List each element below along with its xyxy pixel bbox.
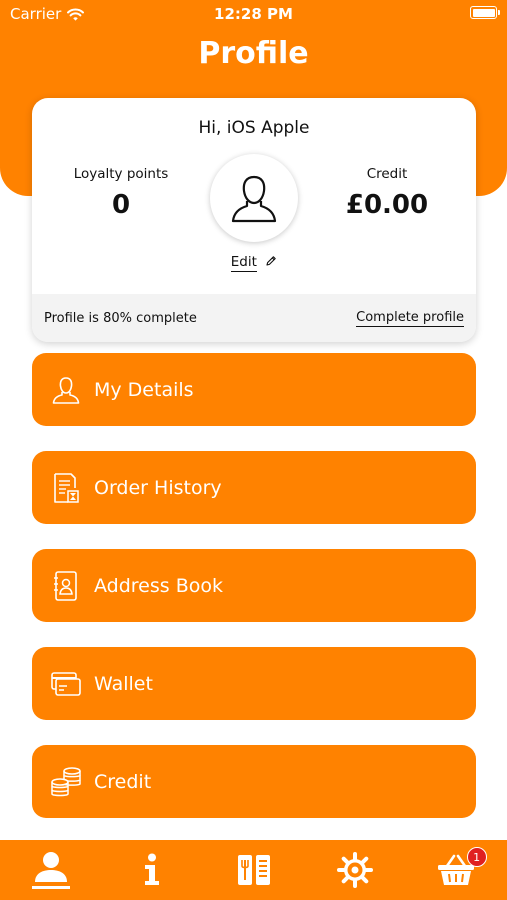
user-outline-icon [50,374,82,406]
greeting: Hi, iOS Apple [198,118,310,138]
tab-info[interactable] [101,840,202,900]
credit-value: £0.00 [345,190,429,220]
avatar-user-icon [231,175,277,223]
credit-card-icon [50,668,82,700]
tab-profile[interactable] [0,840,101,900]
gear-icon [336,852,373,888]
profile-card: Hi, iOS Apple Loyalty points 0 Credit £0… [32,98,476,342]
loyalty-points: Loyalty points 0 [46,166,196,220]
menu-item-credit[interactable]: Credit [32,745,476,818]
loyalty-points-label: Loyalty points [73,166,169,182]
menu-item-order-history[interactable]: Order History [32,451,476,524]
tab-basket[interactable]: 1 [406,840,507,900]
menu-item-label: Wallet [94,672,153,695]
status-time: 12:28 PM [214,5,293,23]
tab-menu[interactable] [203,840,304,900]
loyalty-points-value: 0 [111,190,131,220]
info-icon [145,853,160,885]
credit-label: Credit [366,166,408,182]
profile-menu: My Details Order History Address Book Wa… [32,353,476,843]
page-title: Profile [198,36,309,71]
credit: Credit £0.00 [312,166,462,220]
menu-item-wallet[interactable]: Wallet [32,647,476,720]
edit-profile-link[interactable]: Edit [32,254,476,272]
profile-completion-text: Profile is 80% complete [44,310,197,326]
edit-label: Edit [230,254,257,272]
tab-bar: 1 [0,840,507,900]
pencil-icon [266,256,276,266]
menu-item-label: Order History [94,476,222,499]
user-icon [31,852,70,889]
menu-item-label: Credit [94,770,152,793]
battery-icon [470,6,500,19]
basket-badge: 1 [466,847,487,867]
menu-item-my-details[interactable]: My Details [32,353,476,426]
address-book-icon [50,570,82,602]
receipt-clock-icon [50,472,82,504]
avatar[interactable] [210,154,298,242]
menu-item-label: My Details [94,378,194,401]
coins-stack-icon [50,766,82,798]
menu-item-label: Address Book [94,574,223,597]
menu-book-icon [237,855,270,885]
status-bar: Carrier 12:28 PM [0,0,507,28]
menu-item-address-book[interactable]: Address Book [32,549,476,622]
profile-completion-bar: Profile is 80% complete Complete profile [32,294,476,342]
tab-settings[interactable] [304,840,405,900]
complete-profile-link[interactable]: Complete profile [356,310,464,327]
